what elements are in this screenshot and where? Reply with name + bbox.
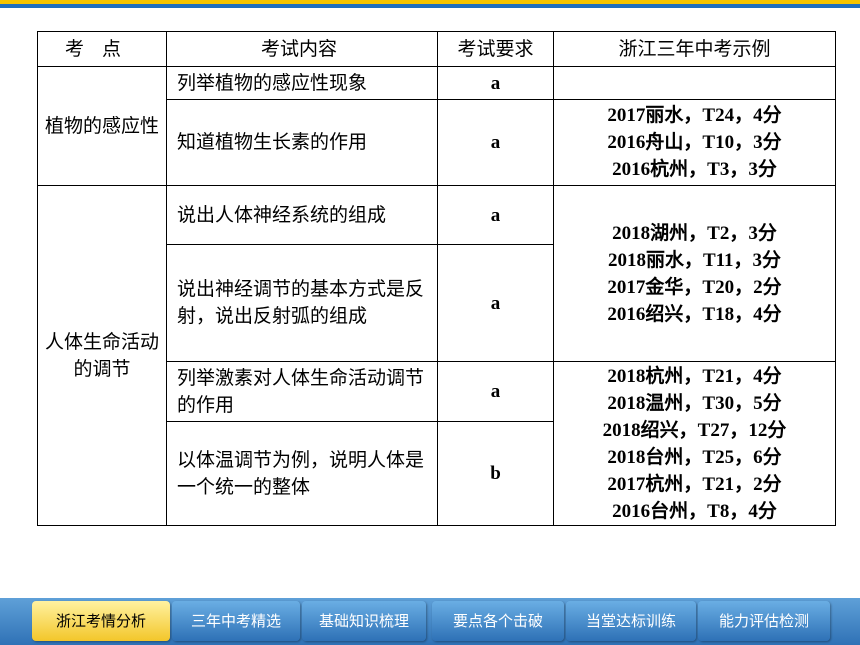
table-row: 植物的感应性 列举植物的感应性现象 a <box>37 66 836 186</box>
table-row: 人体生命活动的调节 说出人体神经系统的组成 a 2018湖州，T2，3分 201… <box>37 185 836 526</box>
top-accent-bar <box>0 0 860 8</box>
example-item: 2018台州，T25，6分 <box>607 446 782 468</box>
content-cell: 以体温调节为例，说明人体是一个统一的整体 <box>166 421 438 526</box>
tab-class-training[interactable]: 当堂达标训练 <box>566 601 696 641</box>
examples-cell-empty <box>553 66 836 100</box>
tab-three-year-selection[interactable]: 三年中考精选 <box>172 601 300 641</box>
example-item: 2018温州，T30，5分 <box>607 392 782 414</box>
topic-plant: 植物的感应性 <box>37 66 167 186</box>
topic-human: 人体生命活动的调节 <box>37 185 167 526</box>
level-cell: a <box>437 66 554 100</box>
example-item: 2018杭州，T21，4分 <box>607 365 782 387</box>
example-item: 2017金华，T20，2分 <box>607 276 782 298</box>
example-item: 2017杭州，T21，2分 <box>607 473 782 495</box>
example-item: 2018湖州，T2，3分 <box>612 222 777 244</box>
examples-cell: 2018杭州，T21，4分 2018温州，T30，5分 2018绍兴，T27，1… <box>553 361 836 526</box>
level-cell: a <box>437 185 554 245</box>
level-cell: a <box>437 244 554 362</box>
content-cell: 列举植物的感应性现象 <box>166 66 438 100</box>
tab-key-points[interactable]: 要点各个击破 <box>432 601 564 641</box>
level-cell: b <box>437 421 554 526</box>
examples-cell: 2018湖州，T2，3分 2018丽水，T11，3分 2017金华，T20，2分… <box>553 185 836 362</box>
content-cell: 说出神经调节的基本方式是反射，说出反射弧的组成 <box>166 244 438 362</box>
example-item: 2016舟山，T10，3分 <box>607 132 782 153</box>
header-examples: 浙江三年中考示例 <box>553 31 836 67</box>
example-item: 2018丽水，T11，3分 <box>607 249 782 271</box>
tab-ability-assessment[interactable]: 能力评估检测 <box>698 601 830 641</box>
exam-table: 考点 考试内容 考试要求 浙江三年中考示例 植物的感应性 列举植物的感应性现象 … <box>37 31 836 526</box>
tab-zhejiang-analysis[interactable]: 浙江考情分析 <box>32 601 170 641</box>
example-item: 2016台州，T8，4分 <box>612 500 777 522</box>
level-cell: a <box>437 99 554 186</box>
example-item: 2016杭州，T3，3分 <box>612 159 777 180</box>
examples-cell: 2017丽水，T24，4分 2016舟山，T10，3分 2016杭州，T3，3分 <box>553 99 836 186</box>
header-topic: 考点 <box>37 31 167 67</box>
content-cell: 列举激素对人体生命活动调节的作用 <box>166 361 438 422</box>
level-cell: a <box>437 361 554 422</box>
content-cell: 知道植物生长素的作用 <box>166 99 438 186</box>
header-level: 考试要求 <box>437 31 554 67</box>
content-cell: 说出人体神经系统的组成 <box>166 185 438 245</box>
table-header-row: 考点 考试内容 考试要求 浙江三年中考示例 <box>37 31 836 67</box>
header-content: 考试内容 <box>166 31 438 67</box>
tab-basic-knowledge[interactable]: 基础知识梳理 <box>302 601 426 641</box>
example-item: 2016绍兴，T18，4分 <box>607 303 782 325</box>
example-item: 2017丽水，T24，4分 <box>607 105 782 126</box>
example-item: 2018绍兴，T27，12分 <box>602 419 787 441</box>
